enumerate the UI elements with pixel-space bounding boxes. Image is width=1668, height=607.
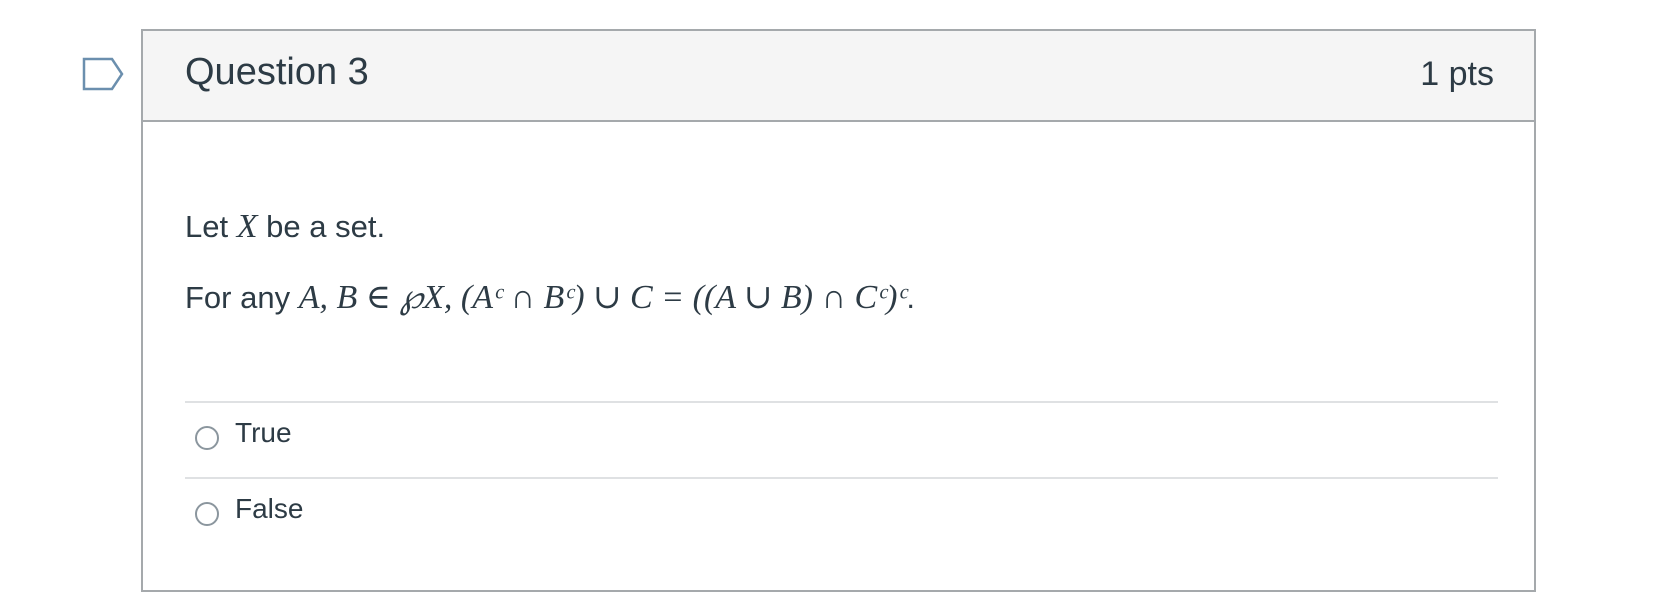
question-points: 1 pts [1420, 55, 1494, 93]
answer-option-true[interactable]: True [185, 401, 1498, 477]
question-text-line-2: For any A, B ∈ ℘X, (Aᶜ ∩ Bᶜ) ∪ C = ((A ∪… [185, 280, 915, 316]
question-title: Question 3 [185, 51, 369, 93]
question-text-line-1: Let X be a set. [185, 209, 915, 245]
question-header: Question 3 1 pts [143, 31, 1534, 122]
radio-unchecked-icon[interactable] [195, 502, 219, 526]
math-expression: A, B ∈ ℘X, (Aᶜ ∩ Bᶜ) ∪ C = ((A ∪ B) ∩ Cᶜ… [298, 279, 907, 316]
line1-suffix: be a set. [266, 209, 386, 244]
line1-prefix: Let [185, 209, 229, 244]
answer-label-true[interactable]: True [235, 417, 292, 449]
answer-label-false[interactable]: False [235, 493, 303, 525]
answer-list: True False [185, 401, 1498, 553]
line2-prefix: For any [185, 280, 291, 315]
radio-unchecked-icon[interactable] [195, 426, 219, 450]
question-card: Question 3 1 pts Let X be a set. For any… [141, 29, 1536, 592]
flag-question-icon[interactable] [82, 57, 124, 91]
answer-option-false[interactable]: False [185, 477, 1498, 553]
math-variable-x: X [236, 208, 258, 245]
question-text: Let X be a set. For any A, B ∈ ℘X, (Aᶜ ∩… [185, 209, 915, 316]
line2-suffix: . [906, 280, 916, 315]
